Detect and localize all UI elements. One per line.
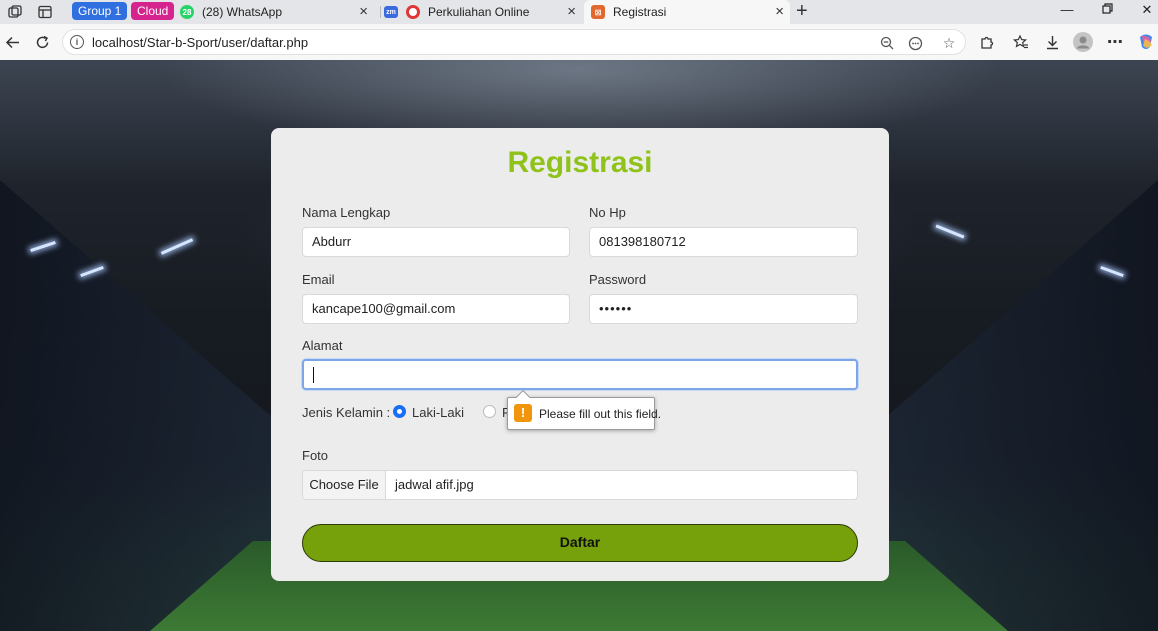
favorites-icon[interactable] [1010, 31, 1032, 53]
back-arrow-icon[interactable] [1, 31, 23, 53]
favorite-star-icon[interactable]: ☆ [940, 34, 958, 52]
alamat-input[interactable] [302, 359, 858, 390]
gender-label: Jenis Kelamin : [302, 405, 391, 420]
email-label: Email [302, 272, 335, 287]
foto-file-input[interactable]: Choose File jadwal afif.jpg [302, 470, 858, 500]
page-background: Registrasi Nama Lengkap Abdurr No Hp 081… [0, 60, 1158, 631]
text-caret [313, 367, 314, 383]
tab-whatsapp[interactable]: 28 (28) WhatsApp × [176, 0, 374, 24]
file-name: jadwal afif.jpg [395, 477, 474, 492]
close-window-icon[interactable]: ✕ [1137, 2, 1157, 18]
workspaces-icon[interactable] [6, 3, 24, 21]
choose-file-button[interactable]: Choose File [303, 471, 386, 499]
daftar-button[interactable]: Daftar [302, 524, 858, 562]
hp-input[interactable]: 081398180712 [589, 227, 858, 257]
tab-title: Registrasi [613, 5, 667, 19]
tab-actions-icon[interactable] [36, 3, 54, 21]
download-icon[interactable] [1041, 31, 1063, 53]
tab-separator [380, 6, 381, 18]
registration-card: Registrasi Nama Lengkap Abdurr No Hp 081… [271, 128, 889, 581]
minimize-icon[interactable]: — [1057, 2, 1077, 17]
floodlight [160, 238, 194, 255]
copilot-icon[interactable] [1135, 31, 1157, 53]
alamat-label: Alamat [302, 338, 343, 353]
email-input[interactable]: kancape100@gmail.com [302, 294, 570, 324]
restore-icon[interactable] [1097, 2, 1117, 17]
password-input[interactable]: •••••• [589, 294, 858, 324]
site-icon: ⊠ [591, 5, 605, 19]
tab-perkuliahan-online[interactable]: zm Perkuliahan Online × [384, 0, 582, 24]
close-icon[interactable]: × [567, 4, 576, 19]
warning-icon: ! [514, 404, 532, 422]
close-icon[interactable]: × [775, 4, 784, 19]
tab-group-group-1[interactable]: Group 1 [72, 2, 128, 20]
profile-avatar-icon[interactable] [1072, 31, 1094, 53]
zoom-icon: zm [384, 6, 398, 18]
nama-label: Nama Lengkap [302, 205, 391, 220]
floodlight [935, 224, 965, 239]
reload-icon[interactable] [31, 31, 53, 53]
tooltip-arrow [515, 389, 531, 405]
gender-laki-laki-label[interactable]: Laki-Laki [412, 405, 464, 420]
more-options-icon[interactable]: ⋯ [1104, 31, 1126, 53]
gender-laki-laki-radio[interactable] [393, 405, 406, 418]
password-label: Password [589, 272, 647, 287]
close-icon[interactable]: × [359, 4, 368, 19]
new-tab-icon[interactable]: + [796, 1, 808, 21]
tab-title: Perkuliahan Online [428, 5, 530, 19]
tab-title: (28) WhatsApp [202, 5, 283, 19]
url-text[interactable]: localhost/Star-b-Sport/user/daftar.php [92, 35, 308, 50]
tab-strip: Group 1 Cloud 28 (28) WhatsApp × zm Perk… [0, 0, 1158, 24]
address-bar[interactable]: i localhost/Star-b-Sport/user/daftar.php… [62, 29, 966, 55]
hp-label: No Hp [589, 205, 626, 220]
record-icon [406, 5, 420, 19]
info-icon[interactable]: i [70, 35, 84, 49]
nama-input[interactable]: Abdurr [302, 227, 570, 257]
whatsapp-icon: 28 [180, 5, 194, 19]
tab-group-cloud[interactable]: Cloud [131, 2, 175, 20]
validation-tooltip: ! Please fill out this field. [507, 389, 661, 430]
tab-registrasi[interactable]: ⊠ Registrasi × [584, 0, 790, 24]
foto-label: Foto [302, 448, 329, 463]
gender-perempuan-radio[interactable] [483, 405, 496, 418]
read-aloud-icon[interactable] [906, 34, 924, 52]
extensions-icon[interactable] [976, 31, 998, 53]
zoom-out-icon[interactable] [878, 34, 896, 52]
browser-toolbar: i localhost/Star-b-Sport/user/daftar.php… [0, 24, 1158, 60]
form-title: Registrasi [507, 146, 653, 179]
validation-message: Please fill out this field. [539, 407, 662, 421]
